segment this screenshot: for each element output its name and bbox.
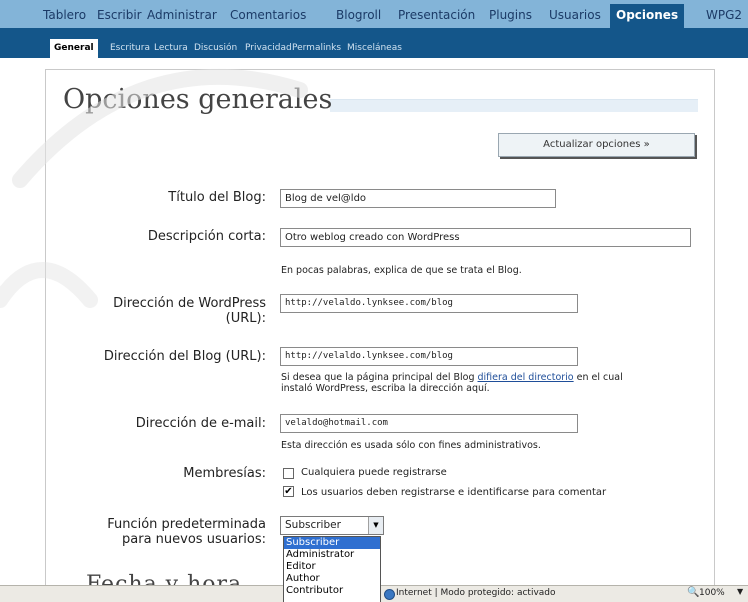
- default-role-dropdown: Subscriber Administrator Editor Author C…: [283, 536, 381, 602]
- tab-permalinks[interactable]: Permalinks: [292, 43, 341, 53]
- globe-icon: [384, 589, 395, 600]
- menu-item-blogroll[interactable]: Blogroll: [336, 8, 381, 22]
- admin-top-menu: Tablero Escribir Administrar Comentarios…: [0, 0, 748, 28]
- blog-title-input[interactable]: Blog de vel@ldo: [280, 189, 556, 208]
- menu-item-administrar[interactable]: Administrar: [147, 8, 217, 22]
- zoom-level[interactable]: 100%: [699, 588, 725, 598]
- default-role-label-line1: Función predeterminada: [107, 517, 266, 532]
- title-underline: [330, 99, 698, 112]
- must-register-label: Los usuarios deben registrarse e identif…: [301, 487, 607, 498]
- blog-url-help-text-end: en el cual: [573, 372, 623, 383]
- options-sub-menu: General Escritura Lectura Discusión Priv…: [0, 28, 748, 58]
- blog-title-label: Título del Blog:: [168, 190, 266, 205]
- email-label: Dirección de e-mail:: [135, 416, 266, 431]
- blog-url-help-line2: instaló WordPress, escriba la dirección …: [281, 383, 490, 394]
- blog-url-help: Si desea que la página principal del Blo…: [281, 372, 623, 394]
- wordpress-url-label: Dirección de WordPress (URL):: [113, 296, 266, 326]
- wordpress-url-label-line2: (URL):: [225, 311, 266, 326]
- security-zone-text: Internet | Modo protegido: activado: [396, 588, 556, 598]
- menu-item-plugins[interactable]: Plugins: [489, 8, 532, 22]
- tab-lectura[interactable]: Lectura: [154, 43, 188, 53]
- tagline-label: Descripción corta:: [147, 229, 266, 244]
- menu-item-usuarios[interactable]: Usuarios: [549, 8, 601, 22]
- role-option-author[interactable]: Author: [284, 573, 380, 585]
- default-role-select[interactable]: Subscriber ▼: [280, 516, 384, 535]
- zoom-chevron-down-icon[interactable]: ▼: [737, 587, 743, 596]
- menu-item-wpg2[interactable]: WPG2: [706, 8, 742, 22]
- tab-privacidad[interactable]: Privacidad: [245, 43, 292, 53]
- update-options-button[interactable]: Actualizar opciones »: [498, 133, 695, 157]
- blog-url-input[interactable]: http://velaldo.lynksee.com/blog: [280, 347, 578, 366]
- page-title: Opciones generales: [63, 84, 333, 115]
- chevron-down-icon[interactable]: ▼: [368, 517, 383, 534]
- blog-url-help-text: Si desea que la página principal del Blo…: [281, 372, 478, 383]
- differ-directory-link[interactable]: difiera del directorio: [478, 372, 574, 383]
- tab-general[interactable]: General: [50, 39, 98, 58]
- menu-item-tablero[interactable]: Tablero: [43, 8, 86, 22]
- tagline-help: En pocas palabras, explica de que se tra…: [281, 265, 522, 276]
- role-option-editor[interactable]: Editor: [284, 561, 380, 573]
- must-register-checkbox[interactable]: ✔: [283, 486, 294, 497]
- menu-item-comentarios[interactable]: Comentarios: [230, 8, 306, 22]
- role-option-contributor[interactable]: Contributor: [284, 585, 380, 597]
- menu-item-opciones[interactable]: Opciones: [610, 4, 685, 28]
- default-role-label: Función predeterminada para nuevos usuar…: [107, 517, 266, 547]
- email-help: Esta dirección es usada sólo con fines a…: [281, 440, 541, 451]
- tagline-input[interactable]: Otro weblog creado con WordPress: [280, 228, 691, 247]
- zoom-icon[interactable]: 🔍: [687, 587, 699, 598]
- default-role-label-line2: para nuevos usuarios:: [122, 532, 266, 547]
- wordpress-url-input[interactable]: http://velaldo.lynksee.com/blog: [280, 294, 578, 313]
- menu-item-presentacion[interactable]: Presentación: [398, 8, 475, 22]
- anyone-can-register-label: Cualquiera puede registrarse: [301, 467, 447, 478]
- tab-discusion[interactable]: Discusión: [194, 43, 237, 53]
- default-role-selected: Subscriber: [285, 519, 341, 531]
- wordpress-url-label-line1: Dirección de WordPress: [113, 296, 266, 311]
- role-option-administrator[interactable]: Administrator: [284, 549, 380, 561]
- blog-url-label: Dirección del Blog (URL):: [103, 349, 266, 364]
- membership-label: Membresías:: [183, 466, 266, 481]
- tab-miscelaneas[interactable]: Misceláneas: [347, 43, 402, 53]
- menu-item-escribir[interactable]: Escribir: [97, 8, 142, 22]
- anyone-can-register-checkbox[interactable]: [283, 468, 294, 479]
- role-option-subscriber[interactable]: Subscriber: [284, 537, 380, 549]
- email-input[interactable]: velaldo@hotmail.com: [280, 414, 578, 433]
- tab-escritura[interactable]: Escritura: [110, 43, 150, 53]
